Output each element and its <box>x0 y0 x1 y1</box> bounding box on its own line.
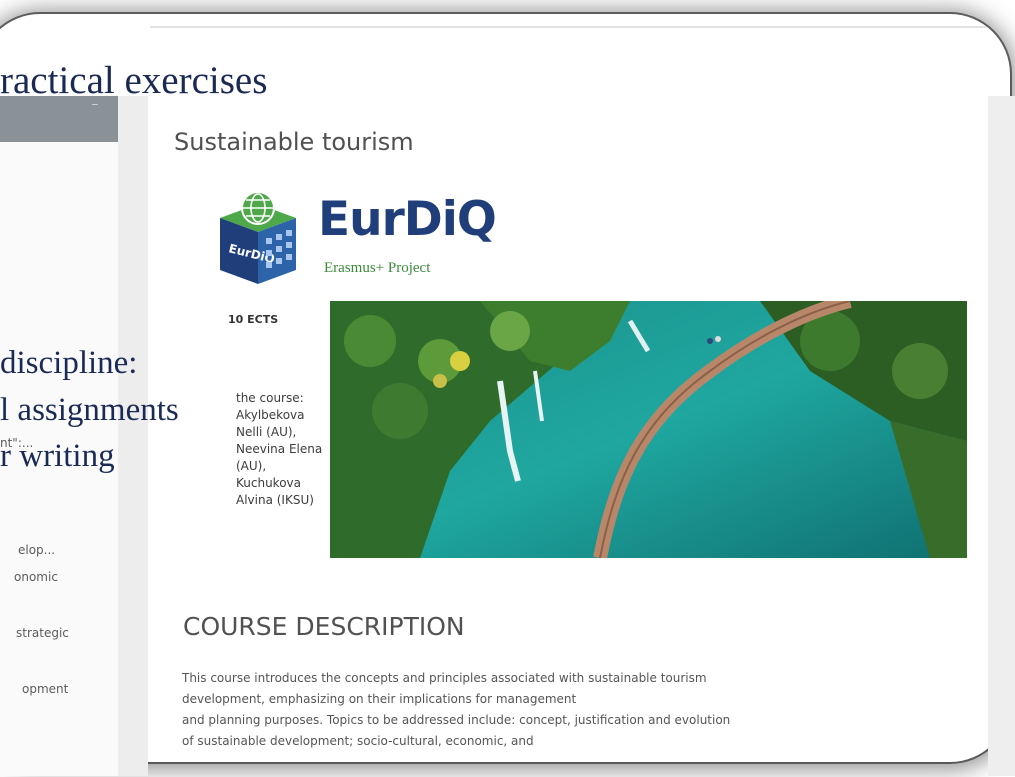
course-info-line: Neevina Elena <box>236 442 323 456</box>
sidebar: nt":... elop... onomic strategic opment <box>0 96 119 776</box>
course-description-text: This course introduces the concepts and … <box>182 668 982 752</box>
course-description-heading: COURSE DESCRIPTION <box>183 612 465 641</box>
top-divider <box>150 26 1010 28</box>
sidebar-collapse-icon[interactable] <box>92 104 98 105</box>
overlay-text-2: l assignments <box>0 392 179 428</box>
course-info-line: (AU), <box>236 459 267 473</box>
course-authors: the course: Akylbekova Nelli (AU), Neevi… <box>236 390 328 509</box>
description-line: of sustainable development; socio-cultur… <box>182 734 534 748</box>
course-info-line: the course: <box>236 391 304 405</box>
description-line: and planning purposes. Topics to be addr… <box>182 713 731 727</box>
description-line: This course introduces the concepts and … <box>182 671 707 685</box>
eurdiq-logo: EurDiQ EurDiQ Erasmus+ Project <box>210 190 510 290</box>
sidebar-item-2[interactable]: elop... <box>18 543 55 557</box>
screenshot-frame: nt":... elop... onomic strategic opment … <box>0 0 1015 777</box>
logo-subtitle: Erasmus+ Project <box>324 260 431 276</box>
description-line: development, emphasizing on their implic… <box>182 692 577 706</box>
sidebar-item-5[interactable]: opment <box>22 682 68 696</box>
logo-wordmark: EurDiQ <box>318 192 497 247</box>
ects-label: 10 ECTS <box>228 313 279 326</box>
content-gutter <box>118 96 148 776</box>
overlay-text-1: discipline: <box>0 345 138 381</box>
course-info-line: Akylbekova <box>236 408 305 422</box>
course-title: Sustainable tourism <box>174 128 414 156</box>
waterfall-lake-image <box>330 301 967 558</box>
sidebar-item-4[interactable]: strategic <box>16 626 69 640</box>
course-info-line: Kuchukova <box>236 476 302 490</box>
sidebar-item-3[interactable]: onomic <box>14 570 58 584</box>
right-pane <box>988 96 1015 776</box>
course-photo <box>330 301 967 558</box>
course-info-line: Alvina (IKSU) <box>236 493 314 507</box>
slide-title: ractical exercises <box>0 59 268 102</box>
overlay-text-3: r writing <box>0 438 115 474</box>
course-info-line: Nelli (AU), <box>236 425 297 439</box>
logo-cube-icon: EurDiQ <box>220 191 296 284</box>
